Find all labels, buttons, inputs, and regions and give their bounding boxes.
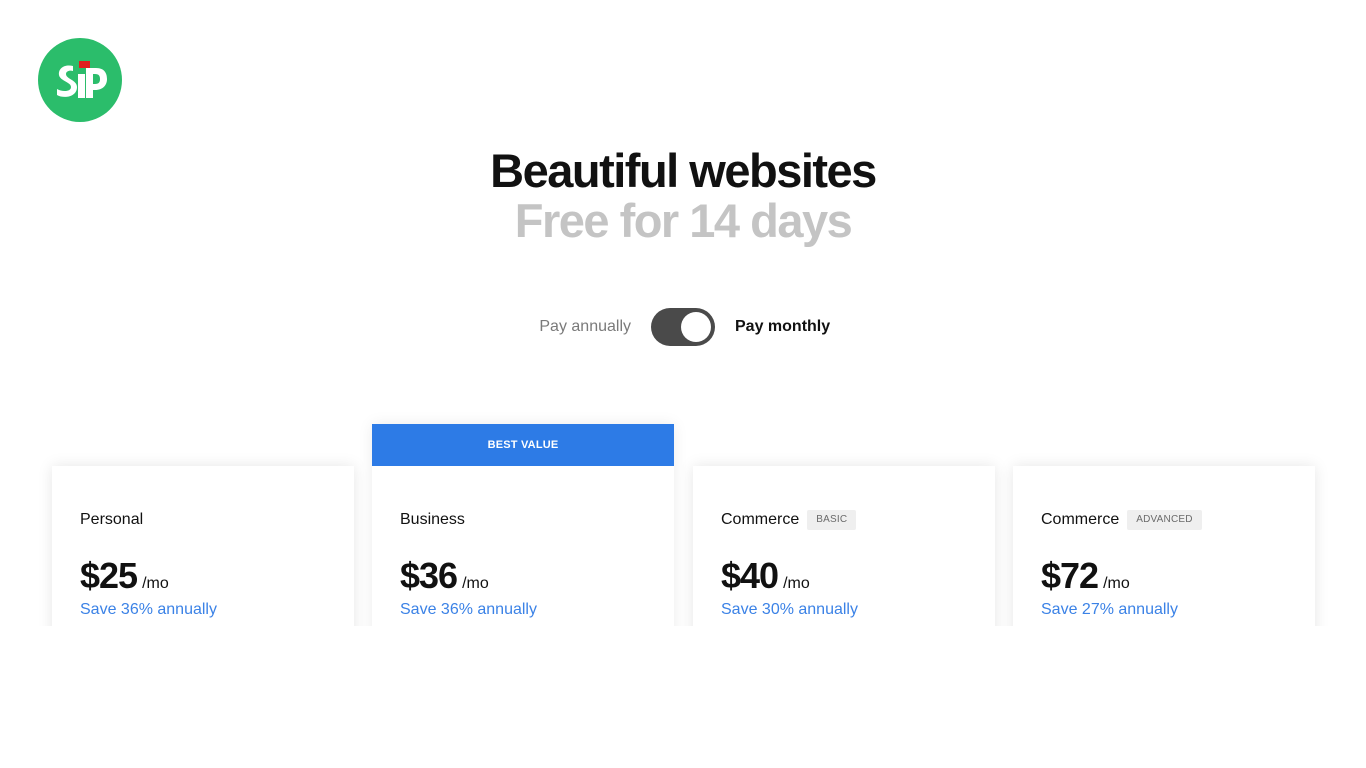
toggle-knob (681, 312, 711, 342)
billing-period-toggle[interactable] (651, 308, 715, 346)
hero-section: Beautiful websites Free for 14 days (0, 146, 1366, 246)
plan-period: /mo (142, 575, 169, 592)
plan-savings: Save 36% annually (400, 601, 537, 618)
plan-savings: Save 36% annually (80, 601, 217, 618)
plan-price: $40 (721, 555, 779, 596)
plans-row: Personal $25 /mo Save 36% annually BEST … (0, 410, 1366, 626)
plan-card-commerce-basic[interactable]: Commerce BASIC $40 /mo Save 30% annually (693, 466, 995, 626)
plan-card-commerce-advanced[interactable]: Commerce ADVANCED $72 /mo Save 27% annua… (1013, 466, 1315, 626)
plan-savings: Save 30% annually (721, 601, 858, 618)
hero-title: Beautiful websites (490, 144, 877, 197)
plan-name: Commerce (1041, 511, 1120, 528)
pay-annually-option[interactable]: Pay annually (531, 318, 651, 336)
billing-toggle-row: Pay annually Pay monthly (0, 308, 1366, 346)
plan-period: /mo (1103, 575, 1130, 592)
plan-price: $36 (400, 555, 458, 596)
plan-tier-badge: ADVANCED (1127, 510, 1202, 530)
plan-price: $72 (1041, 555, 1099, 596)
plan-period: /mo (462, 575, 489, 592)
hero-subtitle: Free for 14 days (514, 194, 853, 247)
plan-name: Personal (80, 511, 144, 528)
plan-period: /mo (783, 575, 810, 592)
plan-savings: Save 27% annually (1041, 601, 1178, 618)
pay-monthly-option[interactable]: Pay monthly (715, 318, 835, 336)
plan-name: Commerce (721, 511, 800, 528)
plan-name: Business (400, 511, 465, 528)
plan-price: $25 (80, 555, 138, 596)
plan-card-personal[interactable]: Personal $25 /mo Save 36% annually (52, 466, 354, 626)
pricing-page: Beautiful websites Free for 14 days Pay … (0, 0, 1366, 768)
best-value-banner: BEST VALUE (372, 424, 674, 466)
plan-card-business[interactable]: BEST VALUE Business $36 /mo Save 36% ann… (372, 424, 674, 626)
plan-tier-badge: BASIC (807, 510, 857, 530)
logo-mark-icon (38, 38, 122, 122)
brand-logo[interactable] (38, 38, 122, 122)
